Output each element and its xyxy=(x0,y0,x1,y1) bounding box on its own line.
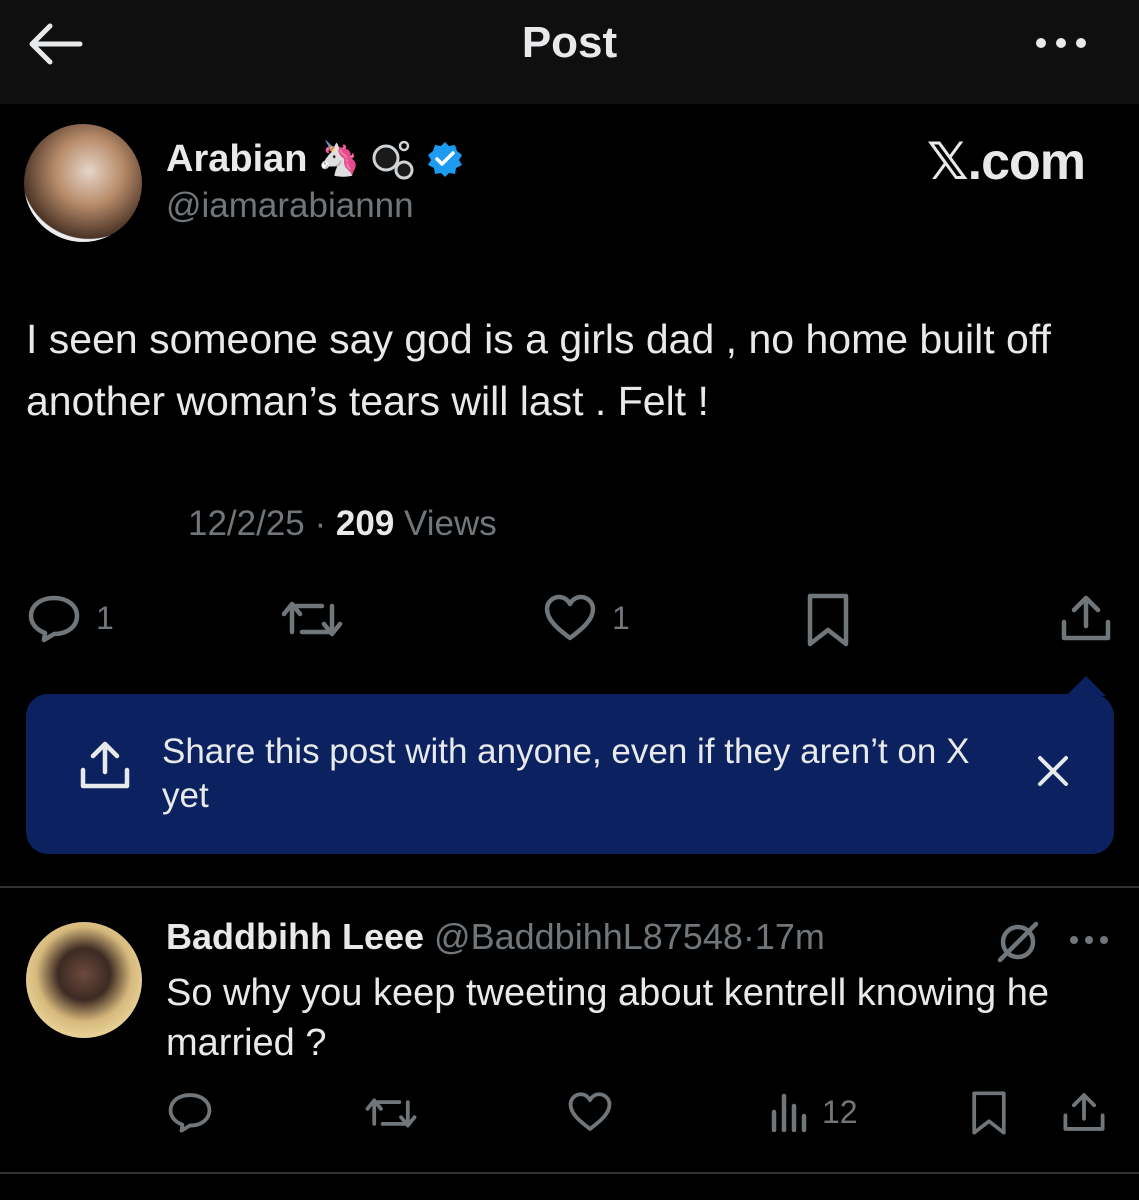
reply-separator: · xyxy=(742,916,755,957)
views-count: 209 xyxy=(335,504,395,543)
author-emoji: 🦄 xyxy=(317,140,360,178)
top-bar: Post xyxy=(0,0,1139,104)
reply-share-button[interactable] xyxy=(1062,1090,1106,1134)
reply-icon xyxy=(26,592,82,644)
share-icon xyxy=(1062,1090,1106,1134)
like-icon xyxy=(542,592,598,644)
reply-header: Baddbihh Leee @BaddbihhL87548·17m xyxy=(166,916,825,958)
like-button[interactable]: 1 xyxy=(542,592,630,644)
more-icon[interactable] xyxy=(1033,28,1089,58)
reply-like-button[interactable] xyxy=(566,1090,614,1134)
reply-repost-button[interactable] xyxy=(364,1092,418,1134)
post-action-bar: 1 1 xyxy=(0,590,1139,650)
reply-reply-button[interactable] xyxy=(166,1090,214,1134)
share-banner-text: Share this post with anyone, even if the… xyxy=(162,732,970,815)
share-icon xyxy=(1060,592,1112,644)
repost-button[interactable] xyxy=(280,594,344,644)
reply-author-name[interactable]: Baddbihh Leee xyxy=(166,916,424,957)
post-meta: 12/2/25 · 209 Views xyxy=(188,504,497,544)
reply-text: So why you keep tweeting about kentrell … xyxy=(166,972,1049,1064)
post-date[interactable]: 12/2/25 xyxy=(188,504,305,543)
page-title: Post xyxy=(521,18,618,67)
grok-icon[interactable] xyxy=(996,920,1040,964)
views-label: Views xyxy=(404,504,497,543)
bookmark-icon xyxy=(806,592,850,648)
brand-watermark: 𝕏.com xyxy=(926,133,1086,191)
author-handle[interactable]: @iamarabiannn xyxy=(166,186,414,226)
banner-pointer xyxy=(1066,676,1106,696)
like-count: 1 xyxy=(612,599,630,636)
author-name: Arabian xyxy=(166,137,308,180)
reply-action-bar: 12 xyxy=(0,1090,1139,1140)
like-icon xyxy=(566,1090,614,1134)
divider xyxy=(0,886,1139,888)
reply-time[interactable]: 17m xyxy=(755,916,825,957)
bookmark-button[interactable] xyxy=(806,592,850,648)
reply-button[interactable]: 1 xyxy=(26,592,114,644)
reply-views-button[interactable]: 12 xyxy=(770,1092,858,1132)
share-icon xyxy=(78,738,132,792)
reply-author-handle[interactable]: @BaddbihhL87548 xyxy=(434,916,743,957)
repost-icon xyxy=(364,1092,418,1134)
bookmark-icon xyxy=(970,1090,1008,1136)
post-text: I seen someone say god is a girls dad , … xyxy=(26,316,1051,424)
author-name-row[interactable]: Arabian 🦄 xyxy=(166,136,464,182)
reply-bookmark-button[interactable] xyxy=(970,1090,1008,1136)
reply-count: 1 xyxy=(96,599,114,636)
views-icon xyxy=(770,1092,808,1132)
reply-icon xyxy=(166,1090,214,1134)
share-button[interactable] xyxy=(1060,592,1112,644)
verified-badge-icon xyxy=(426,140,464,178)
repost-icon xyxy=(280,594,344,644)
author-avatar[interactable] xyxy=(24,124,142,242)
bubbles-icon xyxy=(370,136,416,182)
reply-more-icon[interactable] xyxy=(1068,932,1110,948)
reply-avatar[interactable] xyxy=(26,922,142,1038)
share-banner: Share this post with anyone, even if the… xyxy=(26,694,1114,854)
close-icon[interactable] xyxy=(1036,754,1070,788)
reply-views-count: 12 xyxy=(822,1093,858,1130)
meta-separator: · xyxy=(314,504,327,543)
divider xyxy=(0,1172,1139,1174)
